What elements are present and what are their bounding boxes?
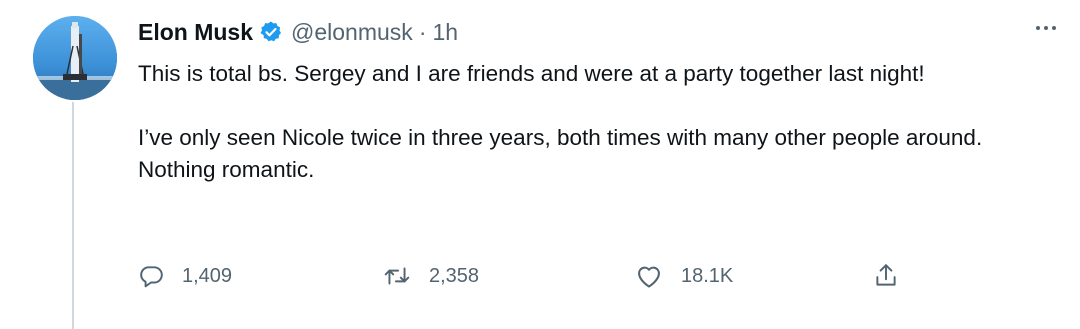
tweet-text: This is total bs. Sergey and I are frien…	[138, 58, 1038, 186]
retweet-icon	[384, 267, 410, 285]
reply-button[interactable]: 1,409	[138, 258, 232, 294]
heart-icon	[638, 266, 660, 288]
retweet-count: 2,358	[429, 264, 480, 287]
tweet-actions: 1,409 2,358 18.1K	[138, 258, 918, 294]
reply-bubble-icon	[140, 266, 163, 288]
tweet-paragraph: This is total bs. Sergey and I are frien…	[138, 61, 925, 86]
tweet-header: Elon Musk @elonmusk · 1h	[138, 14, 1038, 50]
avatar[interactable]	[33, 16, 117, 100]
share-upload-icon	[876, 264, 896, 286]
author-name[interactable]: Elon Musk	[138, 19, 253, 46]
more-horizontal-icon[interactable]	[1036, 26, 1056, 30]
author-handle[interactable]: @elonmusk	[291, 19, 413, 46]
like-button[interactable]: 18.1K	[635, 258, 733, 294]
tweet-content: Elon Musk @elonmusk · 1h This is total b…	[138, 14, 1038, 186]
verified-badge-icon	[259, 20, 283, 44]
rocket-launchpad-avatar	[33, 16, 117, 100]
like-count: 18.1K	[681, 264, 734, 287]
share-button[interactable]	[873, 258, 899, 294]
separator-dot: ·	[418, 18, 427, 45]
tweet-paragraph: I’ve only seen Nicole twice in three yea…	[138, 125, 983, 182]
retweet-button[interactable]: 2,358	[383, 258, 479, 294]
thread-line	[72, 102, 74, 329]
reply-count: 1,409	[182, 264, 233, 287]
tweet-card[interactable]: Elon Musk @elonmusk · 1h This is total b…	[0, 0, 1080, 329]
tweet-timestamp[interactable]: 1h	[432, 19, 458, 46]
